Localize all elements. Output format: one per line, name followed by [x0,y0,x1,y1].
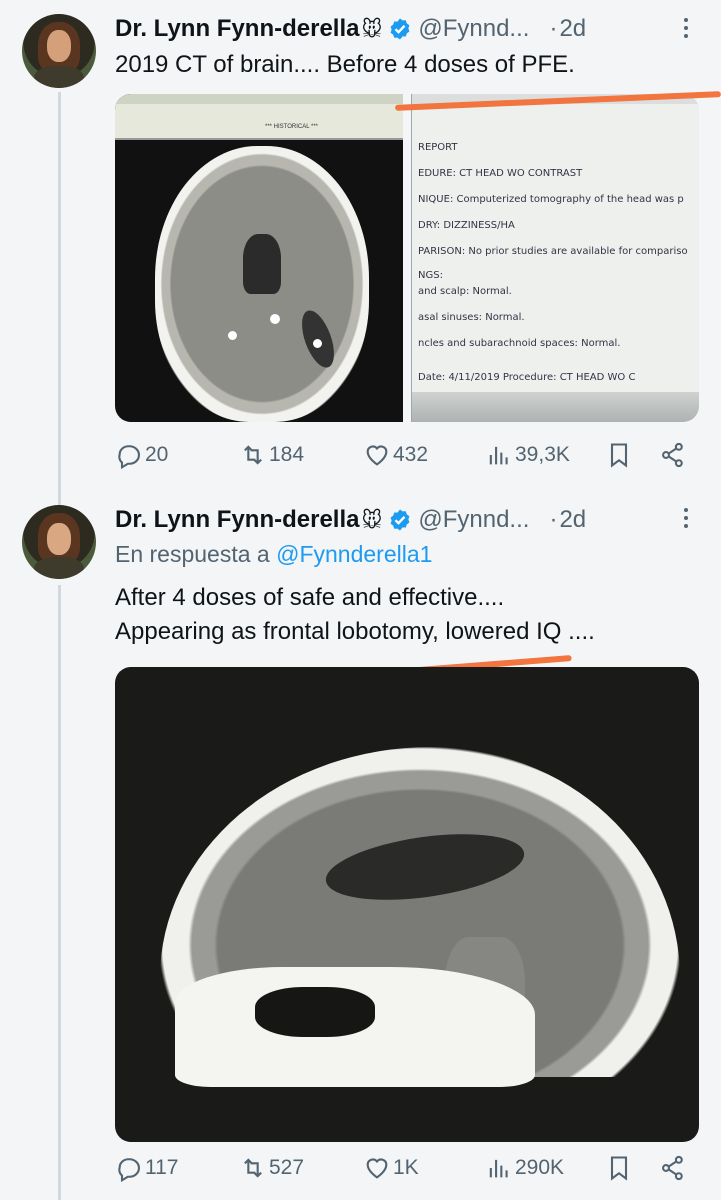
report-line: NIQUE: Computerized tomography of the he… [418,194,684,205]
views-icon [489,1159,508,1178]
separator-dot: · [549,506,558,533]
reply-prefix: En respuesta a [115,541,270,567]
tweet-actions: 117 527 1K 290K [115,1153,699,1183]
separator-dot: · [549,15,558,42]
tweet-text-line: Appearing as frontal lobotomy, lowered I… [115,618,595,645]
bookmark-button[interactable] [605,440,635,470]
author-emoji: 🐭 [361,509,383,532]
tweet-text-line: 2019 CT of brain.... Before 4 doses of P… [115,51,575,78]
author-handle[interactable]: @Fynnd... [418,15,529,43]
tweet-header: Dr. Lynn Fynn-derella 🐭 @Fynnd... · 2d [115,503,586,537]
views-icon [489,446,508,465]
reply-to-link[interactable]: @Fynnderella1 [276,541,432,567]
report-line: asal sinuses: Normal. [418,312,525,323]
views-button[interactable]: 290K [485,1153,564,1183]
report-line: Date: 4/11/2019 Procedure: CT HEAD WO C [418,372,636,383]
reply-button[interactable]: 117 [115,1153,178,1183]
bookmark-icon [610,443,628,468]
view-count: 290K [515,1156,565,1179]
timestamp[interactable]: 2d [559,506,586,534]
reply-button[interactable]: 20 [115,440,168,470]
repost-count: 184 [269,443,305,466]
avatar[interactable] [22,505,96,579]
repost-button[interactable]: 527 [239,1153,304,1183]
author-name[interactable]: Dr. Lynn Fynn-derella [115,15,360,43]
view-count: 39,3K [515,443,570,466]
bookmark-icon [610,1156,628,1181]
report-line: NGS: [418,270,443,281]
reply-icon [118,445,140,469]
report-line: EDURE: CT HEAD WO CONTRAST [418,168,583,179]
reply-context: En respuesta a @Fynnderella1 [115,541,432,568]
report-line: ncles and subarachnoid spaces: Normal. [418,338,621,349]
share-button[interactable] [659,440,689,470]
timestamp[interactable]: 2d [559,15,586,43]
tweet-text: After 4 doses of safe and effective.... … [115,581,595,649]
share-button[interactable] [659,1153,689,1183]
more-options-icon[interactable] [680,505,692,535]
repost-icon [244,445,262,465]
author-name[interactable]: Dr. Lynn Fynn-derella [115,506,360,534]
tweet-media[interactable]: *** HISTORICAL *** REPORT EDURE: CT HEAD… [115,94,699,422]
like-button[interactable]: 1K [363,1153,419,1183]
report-line: PARISON: No prior studies are available … [418,246,688,257]
more-options-icon[interactable] [680,15,692,45]
tweet-header: Dr. Lynn Fynn-derella 🐭 @Fynnd... · 2d [115,12,586,46]
report-line: REPORT [418,142,458,153]
like-count: 432 [393,443,429,466]
author-handle[interactable]: @Fynnd... [418,506,529,534]
reply-count: 117 [145,1156,179,1179]
repost-button[interactable]: 184 [239,440,304,470]
avatar[interactable] [22,14,96,88]
tweet-text: 2019 CT of brain.... Before 4 doses of P… [115,48,575,82]
tweet[interactable]: Dr. Lynn Fynn-derella 🐭 @Fynnd... · 2d 2… [0,0,721,490]
heart-icon [366,1158,388,1179]
repost-count: 527 [269,1156,305,1179]
bookmark-button[interactable] [605,1153,635,1183]
reply-count: 20 [145,443,169,466]
tweet[interactable]: Dr. Lynn Fynn-derella 🐭 @Fynnd... · 2d E… [0,495,721,1200]
tweet-actions: 20 184 432 39,3K [115,440,699,470]
repost-icon [244,1158,262,1178]
image-header-text: *** HISTORICAL *** [265,124,319,130]
heart-icon [366,445,388,466]
tweet-text-line: After 4 doses of safe and effective.... [115,584,505,611]
ct-scan-sagittal-image[interactable] [115,667,699,1142]
report-line: DRY: DIZZINESS/HA [418,220,515,231]
views-button[interactable]: 39,3K [485,440,570,470]
report-line: and scalp: Normal. [418,286,512,297]
like-count: 1K [393,1156,419,1179]
author-emoji: 🐭 [361,18,383,41]
ct-scan-image[interactable]: *** HISTORICAL *** [115,94,403,422]
like-button[interactable]: 432 [363,440,428,470]
reply-icon [118,1158,140,1182]
verified-badge-icon[interactable] [388,508,412,532]
share-icon [662,1155,683,1181]
verified-badge-icon[interactable] [388,17,412,41]
share-icon [662,442,683,468]
ct-report-image[interactable]: REPORT EDURE: CT HEAD WO CONTRAST NIQUE:… [411,94,699,422]
